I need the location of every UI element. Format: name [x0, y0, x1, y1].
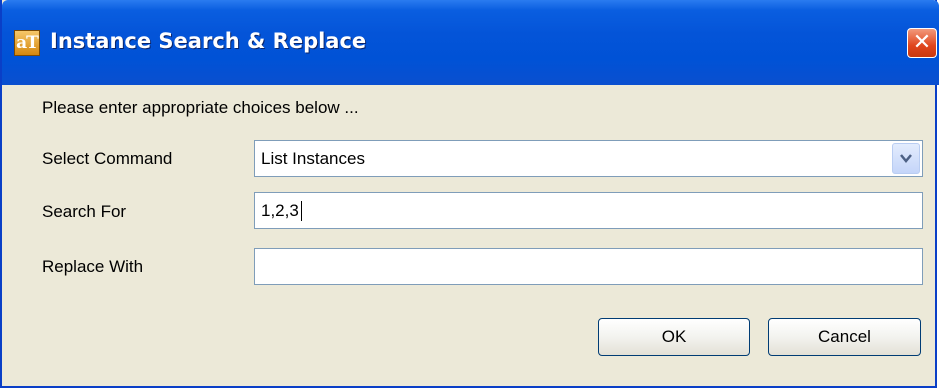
cancel-button[interactable]: Cancel	[768, 318, 921, 356]
window-title: Instance Search & Replace	[50, 29, 367, 53]
select-command-label: Select Command	[42, 149, 173, 168]
search-for-input[interactable]: 1,2,3	[254, 192, 923, 229]
instruction-text: Please enter appropriate choices below .…	[42, 98, 359, 117]
close-icon: ✕	[912, 30, 932, 55]
app-icon: aT	[14, 30, 40, 56]
dialog-window: aT Instance Search & Replace ✕ Please en…	[0, 0, 939, 388]
replace-with-input[interactable]	[254, 248, 923, 285]
ok-button[interactable]: OK	[598, 318, 750, 356]
chevron-down-icon	[900, 154, 912, 163]
title-bar[interactable]: aT Instance Search & Replace ✕	[2, 0, 939, 85]
search-for-label: Search For	[42, 202, 127, 221]
command-select-value: List Instances	[261, 149, 365, 168]
search-for-value: 1,2,3	[261, 201, 302, 221]
close-button[interactable]: ✕	[907, 28, 937, 58]
dropdown-button[interactable]	[892, 143, 920, 174]
replace-with-label: Replace With	[42, 257, 144, 276]
command-select[interactable]: List Instances	[254, 140, 923, 177]
